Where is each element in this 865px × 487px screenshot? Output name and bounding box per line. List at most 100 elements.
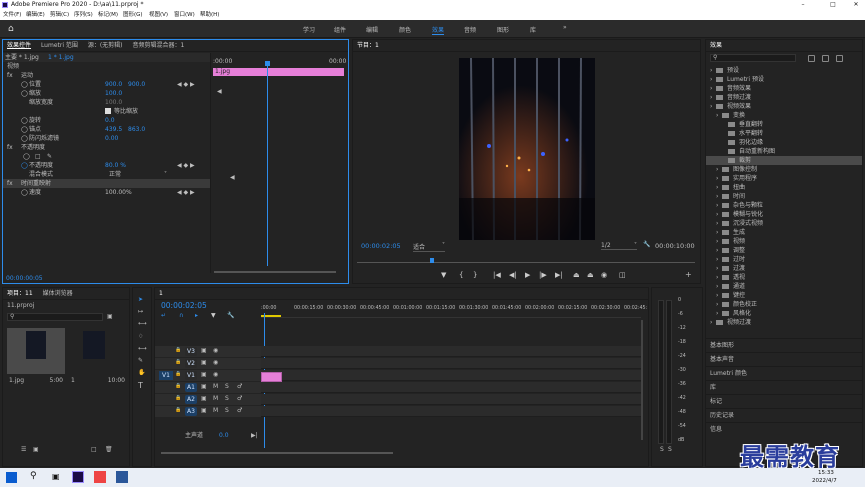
mask-ellipse-icon[interactable]: ◯ [23, 152, 30, 161]
effects-tree-item[interactable]: › 过时 [706, 255, 862, 264]
mute-icon[interactable]: M [213, 383, 218, 390]
yuv-effects-icon[interactable] [836, 55, 843, 62]
task-view-icon[interactable]: ▣ [52, 472, 60, 481]
source-patch[interactable]: V1 [159, 371, 173, 380]
app-taskbar-icon[interactable] [94, 471, 106, 483]
keyframe-diamond-icon[interactable]: ◀ [217, 88, 222, 95]
lock-icon[interactable]: 🔒 [175, 359, 181, 365]
mute-icon[interactable]: M [213, 395, 218, 402]
effects-tree-item[interactable]: 垂直翻转 [706, 120, 862, 129]
workspace-libraries[interactable]: 库 [530, 25, 536, 34]
effects-search-field[interactable]: ⚲ [710, 54, 796, 62]
lock-icon[interactable]: 🔒 [175, 347, 181, 353]
rotation-value[interactable]: 0.0 [105, 116, 115, 125]
maximize-button[interactable]: □ [825, 0, 841, 10]
workspace-color[interactable]: 颜色 [399, 25, 411, 34]
chevron-right-icon[interactable]: › [716, 192, 718, 201]
stopwatch-icon[interactable]: ◯ [21, 89, 28, 98]
opacity-value[interactable]: 80.0 % [105, 161, 126, 170]
workspace-assembly[interactable]: 组件 [334, 25, 346, 34]
snap-icon[interactable]: ∩ [179, 312, 183, 319]
effects-tree-item[interactable]: › Lumetri 预设 [706, 75, 862, 84]
32bit-effects-icon[interactable] [822, 55, 829, 62]
effects-tree-item[interactable]: › 键控 [706, 291, 862, 300]
menu-help[interactable]: 帮助(H) [200, 10, 219, 20]
compare-icon[interactable]: ◫ [619, 271, 626, 279]
chevron-right-icon[interactable]: › [716, 210, 718, 219]
clock-time[interactable]: 15:33 [818, 470, 834, 476]
effects-tree-item[interactable]: › 风格化 [706, 309, 862, 318]
menu-file[interactable]: 文件(F) [3, 10, 21, 20]
extract-icon[interactable]: ⏏ [587, 271, 594, 279]
effects-tree-item[interactable]: › 模糊与锐化 [706, 210, 862, 219]
chevron-right-icon[interactable]: › [716, 255, 718, 264]
effects-tree-item[interactable]: › 图像控制 [706, 165, 862, 174]
program-scrub-bar[interactable] [357, 262, 695, 263]
search-icon[interactable]: ⚲ [30, 471, 37, 481]
go-to-in-icon[interactable]: |◀ [493, 271, 501, 279]
vertical-scrollbar[interactable] [641, 320, 643, 440]
mask-pen-icon[interactable]: ✎ [47, 152, 52, 161]
sequence-clip-label[interactable]: 1 * 1.jpg [48, 53, 74, 62]
track-lane[interactable] [261, 370, 641, 381]
track-header[interactable]: 🔒 A2 ▣ M S ♂ [155, 394, 261, 405]
panel-history[interactable]: 历史记录 [706, 408, 862, 422]
position-x-value[interactable]: 900.0 [105, 80, 122, 89]
time-ruler[interactable]: :00:00 00:00:15:00 00:00:30:00 00:00:45:00 0… [261, 304, 647, 318]
track-name[interactable]: A3 [185, 407, 197, 416]
sync-lock-icon[interactable]: ▣ [201, 371, 207, 378]
stopwatch-icon[interactable]: ◯ [21, 134, 28, 143]
mini-scrollbar[interactable] [214, 271, 336, 273]
track-name[interactable]: V1 [185, 371, 197, 380]
hand-tool-icon[interactable]: ✋ [138, 369, 145, 376]
position-y-value[interactable]: 900.0 [128, 80, 145, 89]
workspace-effects[interactable]: 效果 [432, 25, 445, 35]
sync-lock-icon[interactable]: ▣ [201, 359, 207, 366]
lock-icon[interactable]: 🔒 [175, 383, 181, 389]
scale-value[interactable]: 100.0 [105, 89, 122, 98]
solo-icon[interactable]: S [225, 383, 229, 390]
project-search-field[interactable]: ⚲ [7, 313, 103, 321]
track-name[interactable]: A2 [185, 395, 197, 404]
tab-effects[interactable]: 效果 [710, 42, 722, 49]
solo-icon[interactable]: S [225, 395, 229, 402]
effects-tree-item[interactable]: › 颜色校正 [706, 300, 862, 309]
track-lane[interactable] [261, 394, 641, 405]
sync-lock-icon[interactable]: ▣ [201, 395, 207, 402]
stopwatch-icon[interactable]: ◯ [21, 125, 28, 134]
track-name[interactable]: V2 [185, 359, 197, 368]
microphone-icon[interactable]: ♂ [237, 407, 242, 414]
chevron-right-icon[interactable]: › [716, 264, 718, 273]
project-item-image[interactable]: 1.jpg 5:00 [7, 328, 65, 384]
anti-flicker-value[interactable]: 0.00 [105, 134, 118, 143]
tab-source[interactable]: 源：(无剪辑) [88, 42, 123, 49]
effects-tree-item[interactable]: › 通道 [706, 282, 862, 291]
effects-tree-item[interactable]: › 实用程序 [706, 174, 862, 183]
add-marker-icon[interactable]: ▼ [211, 312, 216, 319]
effects-tree-item[interactable]: › 沉浸式视频 [706, 219, 862, 228]
chevron-right-icon[interactable]: › [716, 228, 718, 237]
resolution-select[interactable]: 1/2 ˅ [601, 242, 637, 250]
keyframe-nav-icon[interactable]: ◀ ◆ ▶ [177, 161, 195, 170]
chevron-right-icon[interactable]: › [710, 318, 712, 327]
effects-tree-item[interactable]: › 音频过渡 [706, 93, 862, 102]
go-to-out-icon[interactable]: ▶| [555, 271, 563, 279]
chevron-right-icon[interactable]: › [710, 93, 712, 102]
delete-icon[interactable]: 🗑 [105, 446, 113, 453]
new-bin-icon[interactable]: ▣ [107, 313, 113, 320]
tab-lumetri-scopes[interactable]: Lumetri 范围 [41, 42, 78, 49]
effects-tree-item[interactable]: 羽化边缘 [706, 138, 862, 147]
menu-edit[interactable]: 编辑(E) [26, 10, 45, 20]
workspace-audio[interactable]: 音频 [464, 25, 476, 34]
effects-tree-item[interactable]: › 扭曲 [706, 183, 862, 192]
close-button[interactable]: ✕ [848, 0, 864, 10]
mark-out-icon[interactable]: } [473, 271, 477, 279]
selection-tool-icon[interactable]: ➤ [138, 296, 143, 303]
premiere-taskbar-icon[interactable] [72, 471, 84, 483]
play-icon[interactable]: ▶ [525, 271, 530, 279]
word-taskbar-icon[interactable] [116, 471, 128, 483]
eye-icon[interactable]: ◉ [213, 347, 218, 354]
linked-selection-icon[interactable]: ▸ [195, 312, 198, 319]
tab-project[interactable]: 项目：11 [7, 290, 33, 297]
sync-lock-icon[interactable]: ▣ [201, 347, 207, 354]
